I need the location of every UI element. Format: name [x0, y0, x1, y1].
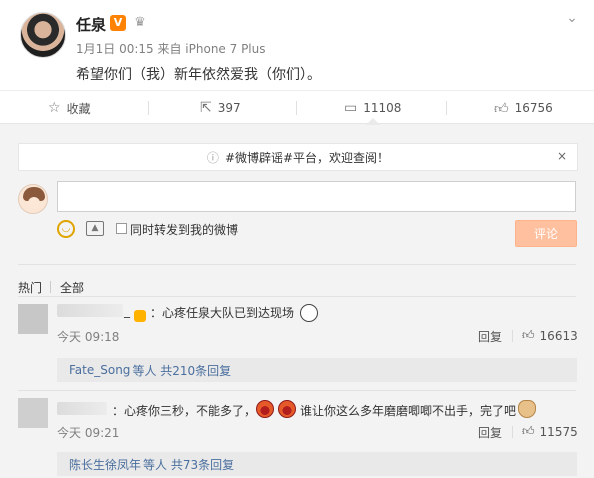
- comment-time: 今天 09:21: [57, 426, 120, 440]
- info-icon: ⓘ: [206, 150, 219, 165]
- dog-emoji-icon: [518, 398, 536, 418]
- thumb-up-icon: 👍︎: [522, 424, 535, 438]
- member-badge-icon: [134, 305, 146, 324]
- commenter-name-blurred[interactable]: [57, 402, 107, 415]
- comment-icon: ▭: [344, 100, 358, 116]
- favorite-button[interactable]: ☆ 收藏: [48, 91, 91, 125]
- commenter-name[interactable]: _: [124, 304, 130, 318]
- replier-name[interactable]: Fate_Song: [69, 363, 130, 377]
- close-icon[interactable]: ×: [557, 149, 567, 163]
- divider: [148, 101, 149, 115]
- divider: [446, 101, 447, 115]
- comment-text-part1: ：心疼你三秒，不能多了，: [112, 404, 257, 418]
- commenter-avatar[interactable]: [18, 304, 48, 334]
- comment-like-count: 11575: [539, 424, 578, 439]
- author-avatar[interactable]: [20, 12, 66, 58]
- active-tab-caret: [366, 118, 380, 125]
- ghost-emoji-icon: [300, 302, 318, 322]
- replier-name[interactable]: 陈长生徐凤年: [69, 456, 141, 473]
- divider: [296, 101, 297, 115]
- comment-time: 今天 09:18: [57, 330, 120, 344]
- chevron-down-icon[interactable]: ⌄: [562, 8, 582, 28]
- comment-count: 11108: [363, 101, 402, 115]
- sort-all-tab[interactable]: 全部: [60, 279, 84, 296]
- divider: [18, 390, 576, 391]
- action-bar: ☆ 收藏 ⇱ 397 ▭ 11108 👍︎ 16756: [0, 90, 594, 124]
- reply-button[interactable]: 回复: [478, 328, 502, 345]
- divider: [18, 296, 576, 297]
- star-icon: ☆: [48, 100, 61, 116]
- replies-summary[interactable]: 陈长生徐凤年 等人 共73条回复: [57, 452, 577, 476]
- verified-badge: V: [110, 15, 126, 31]
- submit-comment-button[interactable]: 评论: [515, 220, 577, 247]
- comment-like-count: 16613: [539, 328, 578, 343]
- comment-like-button[interactable]: 👍︎ 16613: [522, 328, 578, 343]
- comment-text-part2: 谁让你这么多年磨磨唧唧不出手，完了吧: [300, 404, 517, 418]
- divider: [18, 264, 576, 265]
- comment-like-button[interactable]: 👍︎ 11575: [522, 424, 578, 439]
- replies-count[interactable]: 等人 共73条回复: [143, 456, 234, 473]
- comment-input[interactable]: [57, 181, 576, 212]
- angry-emoji-icon: [278, 398, 296, 418]
- favorite-label: 收藏: [66, 101, 91, 116]
- current-user-avatar: [18, 184, 48, 214]
- divider: [512, 330, 513, 342]
- thumb-up-icon: 👍︎: [522, 328, 535, 342]
- commenter-avatar[interactable]: [18, 398, 48, 428]
- like-count: 16756: [514, 101, 553, 115]
- author-name[interactable]: 任泉: [76, 14, 106, 35]
- notice-text: #微博辟谣#平台，欢迎查阅！: [224, 150, 390, 165]
- reply-button[interactable]: 回复: [478, 424, 502, 441]
- thumb-up-icon: 👍︎: [494, 100, 509, 117]
- member-crown-icon: ♛: [134, 15, 146, 30]
- post-meta: 1月1日 00:15 来自 iPhone 7 Plus: [76, 42, 266, 56]
- sort-hot-tab[interactable]: 热门: [18, 279, 42, 296]
- angry-emoji-icon: [256, 398, 274, 418]
- commenter-name-blurred[interactable]: [57, 304, 123, 317]
- like-button[interactable]: 👍︎ 16756: [494, 91, 553, 125]
- repost-icon: ⇱: [200, 100, 212, 116]
- replies-summary[interactable]: Fate_Song 等人 共210条回复: [57, 358, 577, 382]
- post-text: 希望你们（我）新年依然爱我（你们）。: [76, 67, 321, 83]
- notice-banner[interactable]: ⓘ #微博辟谣#平台，欢迎查阅！ ×: [18, 143, 578, 171]
- divider: [512, 426, 513, 438]
- repost-checkbox-label[interactable]: 同时转发到我的微博: [130, 221, 238, 238]
- repost-count: 397: [217, 101, 241, 115]
- comment-text: ：心疼任泉大队已到达现场: [150, 306, 295, 320]
- image-icon[interactable]: ▲: [86, 221, 104, 236]
- sort-separator: [50, 281, 51, 293]
- replies-count[interactable]: 等人 共210条回复: [132, 362, 231, 379]
- repost-checkbox[interactable]: [116, 223, 127, 234]
- emoji-icon[interactable]: ◡: [57, 220, 75, 238]
- repost-button[interactable]: ⇱ 397: [200, 91, 241, 125]
